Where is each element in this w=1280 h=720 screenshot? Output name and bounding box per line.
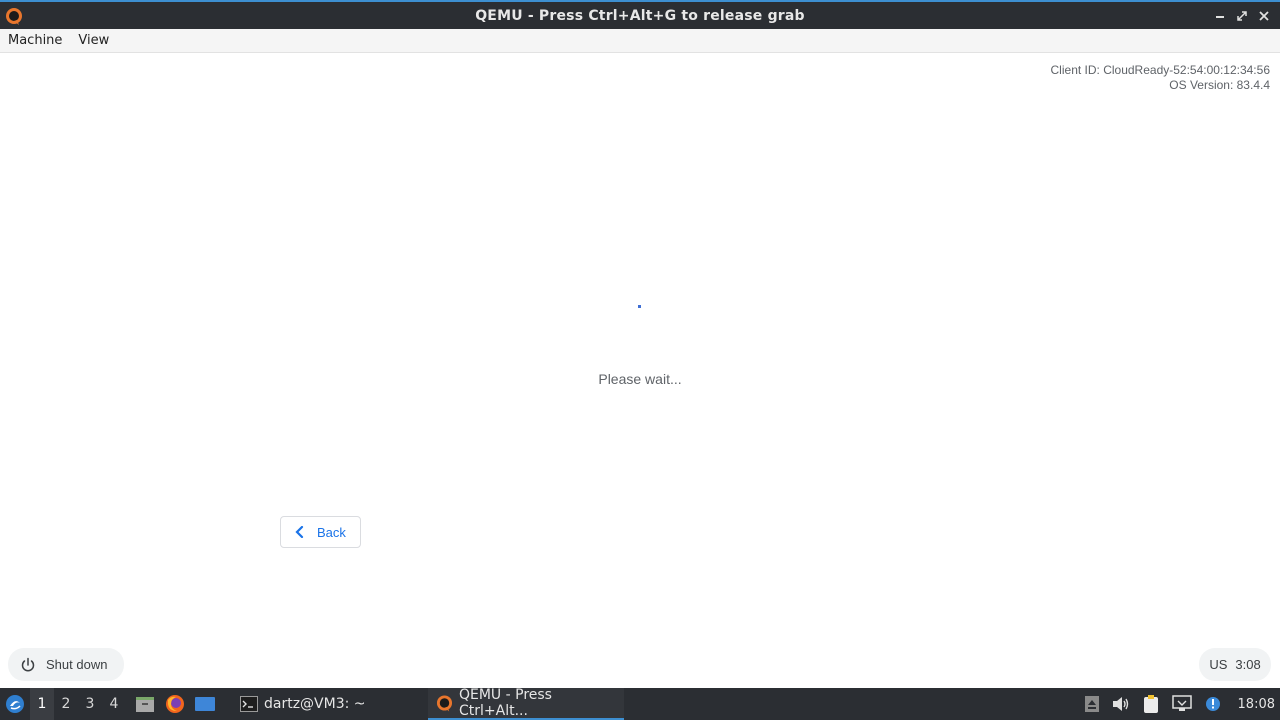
chevron-left-icon xyxy=(295,526,304,538)
tray-expand-icon[interactable] xyxy=(1084,695,1100,713)
guest-clock: 3:08 xyxy=(1235,657,1261,672)
menu-machine[interactable]: Machine xyxy=(8,33,62,48)
power-icon xyxy=(21,657,35,671)
lubuntu-logo-icon xyxy=(6,695,24,713)
shutdown-label: Shut down xyxy=(46,657,108,672)
workspace-1[interactable]: 1 xyxy=(30,688,54,720)
desktop-launcher[interactable] xyxy=(192,688,218,720)
keyboard-layout: US xyxy=(1209,657,1228,672)
desktop-icon xyxy=(195,697,215,711)
device-info: Client ID: CloudReady-52:54:00:12:34:56 … xyxy=(1051,63,1270,93)
task-terminal-label: dartz@VM3: ~ xyxy=(264,696,366,712)
menu-view[interactable]: View xyxy=(78,33,109,48)
shutdown-button[interactable]: Shut down xyxy=(8,648,124,681)
close-icon xyxy=(1259,11,1269,21)
task-qemu[interactable]: QEMU - Press Ctrl+Alt... xyxy=(428,687,624,720)
firefox-icon xyxy=(166,695,184,713)
start-menu-button[interactable] xyxy=(0,688,30,720)
quick-launch xyxy=(132,688,218,720)
back-button-label: Back xyxy=(317,524,346,540)
taskbar: 1 2 3 4 dartz@VM3: ~ QEMU - Press Ctrl+A… xyxy=(0,687,1280,720)
minimize-button[interactable] xyxy=(1210,7,1230,25)
window-controls xyxy=(1210,7,1274,25)
status-area[interactable]: US 3:08 xyxy=(1199,648,1271,681)
file-manager-launcher[interactable] xyxy=(132,688,158,720)
qemu-icon xyxy=(6,8,22,25)
workspace-switcher: 1 2 3 4 xyxy=(30,688,126,720)
volume-icon[interactable] xyxy=(1112,696,1130,712)
loading-spinner xyxy=(638,305,641,308)
client-id-text: Client ID: CloudReady-52:54:00:12:34:56 xyxy=(1050,63,1270,77)
workspace-4[interactable]: 4 xyxy=(102,688,126,720)
guest-display[interactable]: Client ID: CloudReady-52:54:00:12:34:56 … xyxy=(0,53,1280,688)
notification-icon[interactable] xyxy=(1204,695,1222,713)
task-qemu-label: QEMU - Press Ctrl+Alt... xyxy=(458,687,552,719)
maximize-button[interactable] xyxy=(1232,7,1252,25)
menu-bar: Machine View xyxy=(0,29,1280,53)
qemu-icon xyxy=(436,695,453,712)
minimize-icon xyxy=(1216,16,1224,18)
workspace-3[interactable]: 3 xyxy=(78,688,102,720)
os-version-text: OS Version: 83.4.4 xyxy=(1169,78,1270,92)
window-title: QEMU - Press Ctrl+Alt+G to release grab xyxy=(475,7,805,24)
clipboard-icon[interactable] xyxy=(1142,694,1160,714)
close-button[interactable] xyxy=(1254,7,1274,25)
please-wait-text: Please wait... xyxy=(598,371,682,387)
window-titlebar[interactable]: QEMU - Press Ctrl+Alt+G to release grab xyxy=(0,0,1280,29)
maximize-icon xyxy=(1237,11,1247,21)
workspace-2[interactable]: 2 xyxy=(54,688,78,720)
folder-icon xyxy=(136,697,154,712)
terminal-icon xyxy=(240,696,258,712)
taskbar-clock[interactable]: 18:08 xyxy=(1238,697,1275,712)
system-tray: 18:08 xyxy=(1084,688,1280,720)
task-terminal[interactable]: dartz@VM3: ~ xyxy=(232,688,428,720)
network-icon[interactable] xyxy=(1171,695,1192,713)
back-button[interactable]: Back xyxy=(280,516,361,548)
firefox-launcher[interactable] xyxy=(162,688,188,720)
